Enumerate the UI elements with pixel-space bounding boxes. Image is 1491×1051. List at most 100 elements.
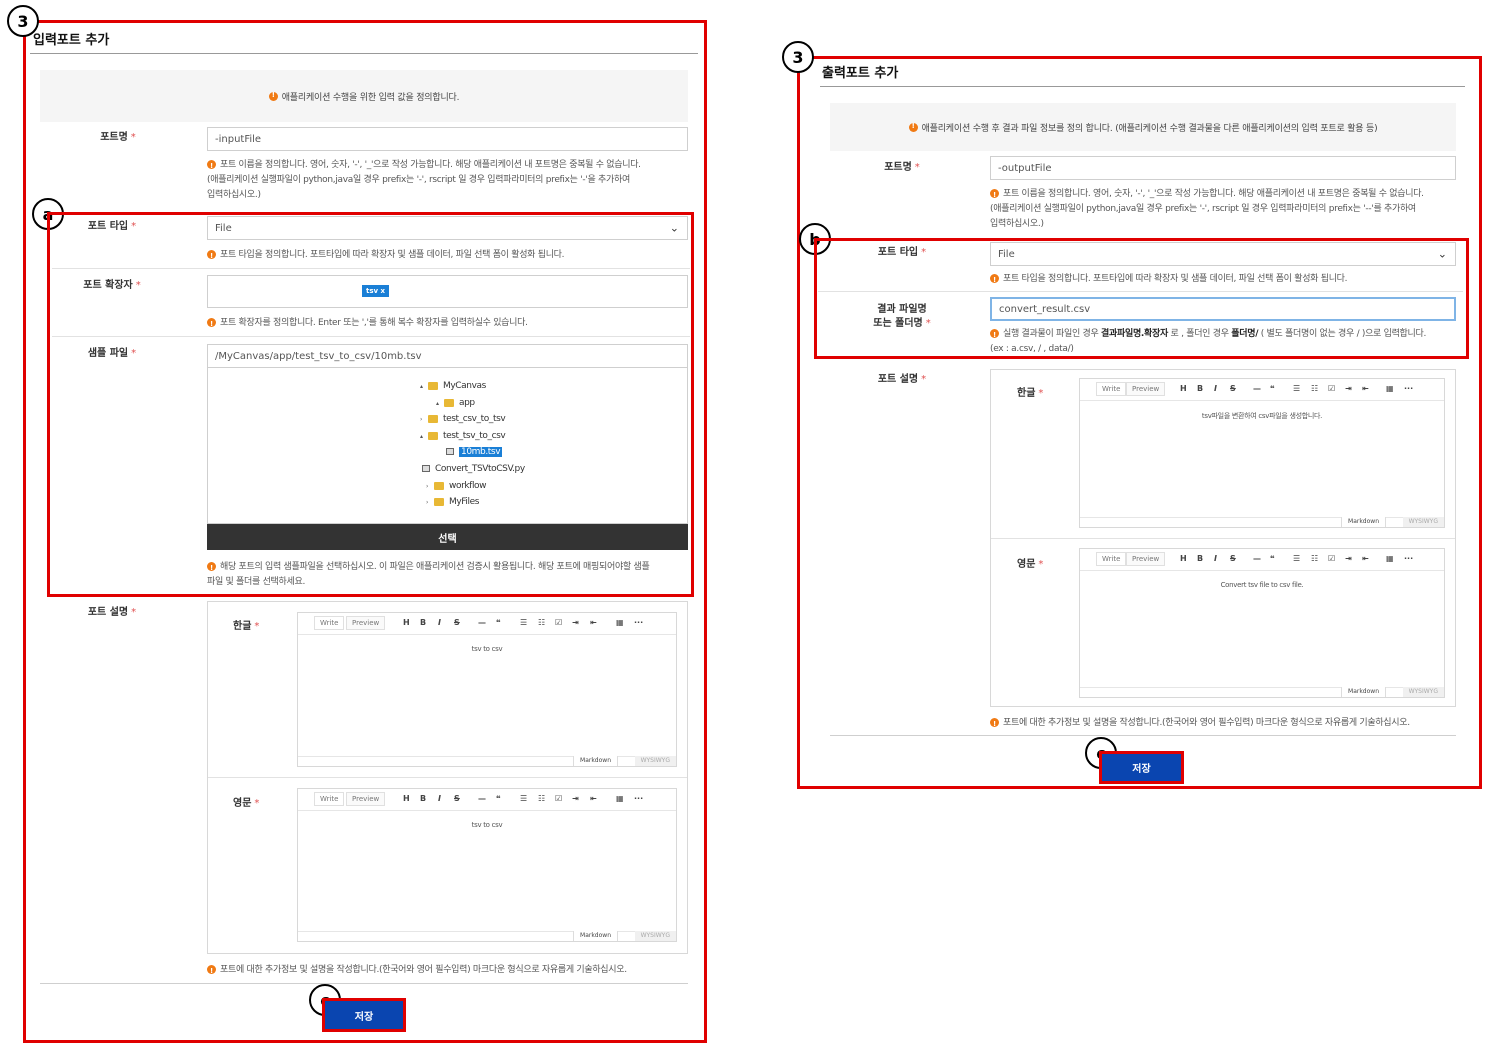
port-name-input[interactable]: -inputFile [207,127,688,151]
preview-tab[interactable]: Preview [1126,552,1166,566]
ordered-list-icon[interactable]: ☷ [538,618,545,627]
italic-icon[interactable]: I [1214,554,1217,563]
write-tab[interactable]: Write [1096,382,1127,396]
ordered-list-icon[interactable]: ☷ [1311,384,1318,393]
bullet-list-icon[interactable]: ☰ [1293,554,1300,563]
ext-tag-tsv[interactable]: tsv x [362,285,390,297]
outdent-icon[interactable]: ⇤ [1362,384,1369,393]
indent-icon[interactable]: ⇥ [1345,554,1352,563]
tree-item-convert-py[interactable]: Convert_TSVtoCSV.py [422,464,525,474]
tree-item-10mb-tsv[interactable]: 10mb.tsv [446,447,503,457]
task-list-icon[interactable]: ☑ [555,618,562,627]
bullet-list-icon[interactable]: ☰ [1293,384,1300,393]
port-name-input[interactable]: -outputFile [990,156,1456,180]
sample-file-path[interactable]: /MyCanvas/app/test_tsv_to_csv/10mb.tsv [207,344,688,368]
table-icon[interactable]: ▦ [1386,554,1394,563]
indent-icon[interactable]: ⇥ [572,794,579,803]
task-list-icon[interactable]: ☑ [1328,554,1335,563]
strike-icon[interactable]: S [1230,554,1236,563]
heading-icon[interactable]: H [403,794,410,803]
bold-icon[interactable]: B [420,618,426,627]
wysiwyg-mode-tab[interactable]: WYSIWYG [634,931,676,941]
tree-item-test-tsv-to-csv[interactable]: ▴ test_tsv_to_csv [420,431,506,441]
hr-icon[interactable]: — [478,794,486,803]
tree-label: app [459,398,475,408]
editor-content[interactable]: tsv to csv [298,821,676,829]
write-tab[interactable]: Write [314,792,345,806]
table-icon[interactable]: ▦ [1386,384,1394,393]
more-icon[interactable]: ··· [1404,384,1413,393]
markdown-mode-tab[interactable]: Markdown [1341,687,1386,697]
wysiwyg-mode-tab[interactable]: WYSIWYG [1402,687,1444,697]
hr-icon[interactable]: — [478,618,486,627]
preview-tab[interactable]: Preview [346,792,386,806]
editor-content[interactable]: tsv파일을 변환하여 csv파일을 생성합니다. [1080,411,1444,421]
save-button-input-port[interactable]: 저장 [322,998,406,1032]
quote-icon[interactable]: ❝ [1270,554,1275,563]
bold-icon[interactable]: B [1197,384,1203,393]
ko-markdown-editor[interactable]: Write Preview H B I S — ❝ ☰ ☷ ☑ ⇥ ⇤ ▦ ··… [1079,378,1445,528]
outdent-icon[interactable]: ⇤ [590,618,597,627]
bold-icon[interactable]: B [420,794,426,803]
editor-content[interactable]: tsv to csv [298,645,676,653]
wysiwyg-mode-tab[interactable]: WYSIWYG [634,756,676,766]
tree-item-workflow[interactable]: › workflow [426,481,487,491]
help-line: 로 , 폴더인 경우 [1168,329,1232,339]
port-type-select[interactable]: File ⌄ [990,242,1456,266]
port-ext-input[interactable] [207,275,688,308]
italic-icon[interactable]: I [438,794,441,803]
strike-icon[interactable]: S [1230,384,1236,393]
help-line: 포트 이름을 정의합니다. 영어, 숫자, '-', '_'으로 작성 가능합니… [220,160,641,170]
editor-content[interactable]: Convert tsv file to csv file. [1080,581,1444,589]
ordered-list-icon[interactable]: ☷ [1311,554,1318,563]
port-type-select[interactable]: File ⌄ [207,216,688,240]
markdown-mode-tab[interactable]: Markdown [1341,517,1386,527]
bullet-list-icon[interactable]: ☰ [520,618,527,627]
tree-item-app[interactable]: ▴ app [436,398,475,408]
markdown-mode-tab[interactable]: Markdown [573,931,618,941]
table-icon[interactable]: ▦ [616,618,624,627]
result-filename-input[interactable]: convert_result.csv [990,297,1456,321]
select-file-button[interactable]: 선택 [207,524,688,550]
outdent-icon[interactable]: ⇤ [1362,554,1369,563]
heading-icon[interactable]: H [1180,384,1187,393]
italic-icon[interactable]: I [438,618,441,627]
quote-icon[interactable]: ❝ [496,618,501,627]
hr-icon[interactable]: — [1253,554,1261,563]
italic-icon[interactable]: I [1214,384,1217,393]
hr-icon[interactable]: — [1253,384,1261,393]
write-tab[interactable]: Write [314,616,345,630]
heading-icon[interactable]: H [403,618,410,627]
en-markdown-editor[interactable]: Write Preview H B I S — ❝ ☰ ☷ ☑ ⇥ ⇤ ▦ ··… [1079,548,1445,698]
heading-icon[interactable]: H [1180,554,1187,563]
bullet-list-icon[interactable]: ☰ [520,794,527,803]
task-list-icon[interactable]: ☑ [1328,384,1335,393]
table-icon[interactable]: ▦ [616,794,624,803]
ordered-list-icon[interactable]: ☷ [538,794,545,803]
indent-icon[interactable]: ⇥ [572,618,579,627]
markdown-mode-tab[interactable]: Markdown [573,756,618,766]
strike-icon[interactable]: S [454,794,460,803]
save-button-output-port[interactable]: 저장 [1099,751,1184,784]
strike-icon[interactable]: S [454,618,460,627]
task-list-icon[interactable]: ☑ [555,794,562,803]
more-icon[interactable]: ··· [1404,554,1413,563]
more-icon[interactable]: ··· [634,618,643,627]
wysiwyg-mode-tab[interactable]: WYSIWYG [1402,517,1444,527]
quote-icon[interactable]: ❝ [496,794,501,803]
tree-item-myfiles[interactable]: › MyFiles [426,497,479,507]
bold-icon[interactable]: B [1197,554,1203,563]
tree-item-test-csv-to-tsv[interactable]: › test_csv_to_tsv [420,414,506,424]
more-icon[interactable]: ··· [634,794,643,803]
write-tab[interactable]: Write [1096,552,1127,566]
preview-tab[interactable]: Preview [1126,382,1166,396]
info-icon [207,159,216,174]
quote-icon[interactable]: ❝ [1270,384,1275,393]
tree-item-mycanvas[interactable]: ▴ MyCanvas [420,381,486,391]
ko-markdown-editor[interactable]: Write Preview H B I S — ❝ ☰ ☷ ☑ ⇥ ⇤ ▦ ··… [297,612,677,767]
result-label-line: 결과 파일명 [877,304,927,315]
outdent-icon[interactable]: ⇤ [590,794,597,803]
indent-icon[interactable]: ⇥ [1345,384,1352,393]
en-markdown-editor[interactable]: Write Preview H B I S — ❝ ☰ ☷ ☑ ⇥ ⇤ ▦ ··… [297,788,677,942]
preview-tab[interactable]: Preview [346,616,386,630]
